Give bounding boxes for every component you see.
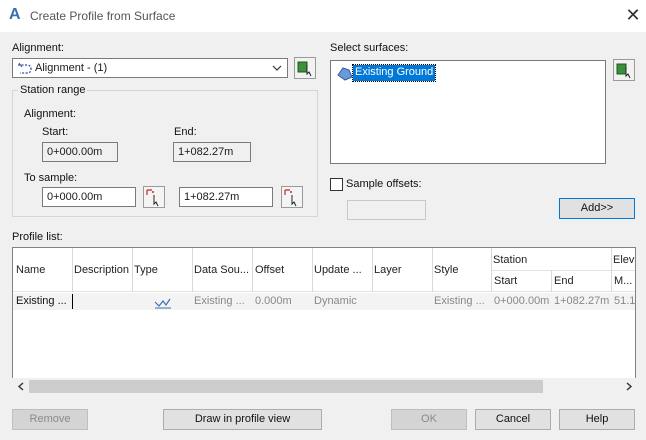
- column-header-start[interactable]: Start: [494, 275, 550, 287]
- pick-station-icon: [146, 189, 159, 207]
- window-title: Create Profile from Surface: [30, 9, 176, 23]
- alignment-end-field: 1+082.27m: [173, 142, 251, 162]
- pick-station-icon: [284, 189, 297, 207]
- sample-offsets-checkbox[interactable]: [330, 178, 343, 191]
- column-divider: [551, 270, 552, 292]
- column-header-data-source[interactable]: Data Sou...: [194, 264, 252, 276]
- cell-style[interactable]: Existing ...: [434, 295, 490, 307]
- column-divider: [611, 248, 612, 292]
- surface-icon: [337, 65, 353, 84]
- surfaces-list[interactable]: Existing Ground: [330, 60, 606, 164]
- pick-sample-end-button[interactable]: [281, 186, 303, 208]
- column-header-end[interactable]: End: [554, 275, 610, 287]
- column-divider: [372, 248, 373, 292]
- cell-data-source[interactable]: Existing ...: [194, 295, 252, 307]
- column-divider: [132, 248, 133, 292]
- scrollbar-thumb[interactable]: [29, 380, 543, 393]
- cell-name[interactable]: Existing ...: [16, 295, 72, 307]
- column-group-elevation: Eleva: [613, 254, 635, 266]
- pick-from-drawing-icon: [616, 63, 631, 79]
- draw-in-profile-view-button[interactable]: Draw in profile view: [163, 409, 322, 430]
- column-header-min[interactable]: M...: [614, 275, 635, 287]
- sample-end-input[interactable]: 1+082.27m: [179, 187, 273, 207]
- pick-from-drawing-icon: [297, 61, 312, 77]
- alignment-start-field: 0+000.00m: [42, 142, 118, 162]
- start-label: Start:: [42, 126, 69, 138]
- profile-list-table[interactable]: Station Eleva Name Description Type Data…: [12, 247, 636, 395]
- text-cursor: [72, 294, 73, 309]
- sample-start-input[interactable]: 0+000.00m: [42, 187, 136, 207]
- pick-surface-button[interactable]: [613, 59, 635, 81]
- chevron-down-icon: [271, 60, 283, 79]
- station-group-divider: [491, 270, 635, 271]
- station-alignment-label: Alignment:: [24, 108, 76, 120]
- add-button[interactable]: Add>>: [559, 198, 635, 219]
- alignment-icon: [17, 61, 33, 78]
- remove-button[interactable]: Remove: [12, 409, 88, 430]
- help-button[interactable]: Help: [559, 409, 635, 430]
- cell-start[interactable]: 0+000.00m: [494, 295, 552, 307]
- pick-sample-start-button[interactable]: [143, 186, 165, 208]
- scroll-right-icon[interactable]: [624, 381, 634, 395]
- cell-min-elevation[interactable]: 51.1: [614, 295, 635, 307]
- profile-type-icon: [154, 295, 172, 312]
- column-header-description[interactable]: Description: [74, 264, 132, 276]
- alignment-label: Alignment:: [12, 42, 64, 54]
- column-divider: [252, 248, 253, 292]
- column-divider: [72, 248, 73, 292]
- column-header-type[interactable]: Type: [134, 264, 190, 276]
- select-surfaces-label: Select surfaces:: [330, 42, 409, 54]
- column-header-offset[interactable]: Offset: [255, 264, 311, 276]
- column-divider: [432, 248, 433, 292]
- column-header-style[interactable]: Style: [434, 264, 490, 276]
- profile-list-label: Profile list:: [12, 231, 63, 243]
- pick-alignment-button[interactable]: [294, 57, 316, 79]
- alignment-select[interactable]: Alignment - (1): [12, 58, 288, 78]
- column-divider: [491, 248, 492, 292]
- column-group-station: Station: [493, 254, 528, 266]
- column-divider: [192, 248, 193, 292]
- alignment-value: Alignment - (1): [35, 62, 108, 74]
- cell-offset[interactable]: 0.000m: [255, 295, 311, 307]
- horizontal-scrollbar[interactable]: [12, 378, 636, 395]
- cell-end[interactable]: 1+082.27m: [554, 295, 612, 307]
- column-divider: [312, 248, 313, 292]
- surface-item-label: Existing Ground: [351, 64, 437, 82]
- cancel-button[interactable]: Cancel: [475, 409, 551, 430]
- autocad-app-icon: A: [9, 6, 21, 23]
- station-range-title: Station range: [18, 84, 88, 96]
- sample-offsets-label: Sample offsets:: [346, 178, 422, 190]
- to-sample-label: To sample:: [24, 172, 78, 184]
- cell-update[interactable]: Dynamic: [314, 295, 370, 307]
- table-row[interactable]: Existing ... Existing ... 0.000m Dynamic…: [13, 293, 635, 312]
- end-label: End:: [174, 126, 197, 138]
- column-header-layer[interactable]: Layer: [374, 264, 430, 276]
- close-icon[interactable]: ✕: [623, 5, 643, 25]
- column-header-name[interactable]: Name: [16, 264, 72, 276]
- ok-button[interactable]: OK: [391, 409, 467, 430]
- sample-offsets-input: [347, 200, 426, 220]
- column-header-update[interactable]: Update ...: [314, 264, 370, 276]
- scroll-left-icon[interactable]: [16, 381, 26, 395]
